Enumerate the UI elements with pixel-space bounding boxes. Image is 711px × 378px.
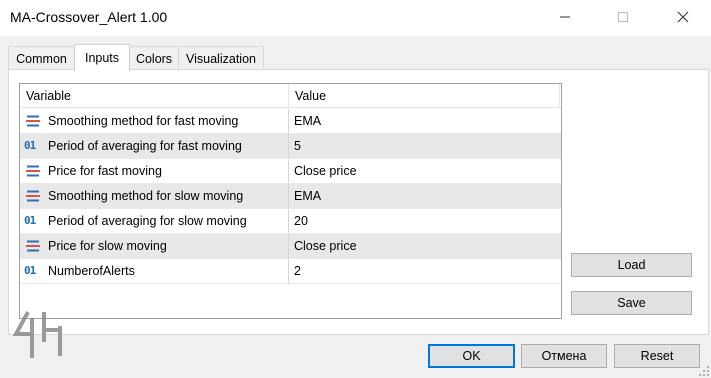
table-row[interactable]: Smoothing method for slow moving EMA [20,184,561,209]
variable-cell: Price for slow moving [48,239,167,253]
header-divider[interactable] [559,84,560,108]
reset-button[interactable]: Reset [614,344,700,368]
value-cell[interactable]: 20 [294,209,308,233]
cancel-button[interactable]: Отмена [521,344,607,368]
minimize-icon[interactable] [542,0,588,34]
title-bar: MA-Crossover_Alert 1.00 [0,0,711,36]
column-divider [288,209,289,233]
table-row[interactable]: Price for fast moving Close price [20,159,561,184]
column-divider [288,134,289,158]
int-icon: 01 [24,264,36,277]
window-title: MA-Crossover_Alert 1.00 [10,9,168,25]
variable-cell: NumberofAlerts [48,264,135,278]
tab-common[interactable]: Common [8,46,75,70]
column-divider [288,184,289,208]
variable-cell: Smoothing method for fast moving [48,114,239,128]
maximize-icon[interactable] [600,0,646,34]
save-button[interactable]: Save [571,291,692,315]
column-divider [288,109,289,133]
table-row[interactable]: Price for slow moving Close price [20,234,561,259]
variable-cell: Period of averaging for slow moving [48,214,247,228]
tab-visualization[interactable]: Visualization [178,46,264,70]
value-cell[interactable]: 5 [294,134,301,158]
header-value[interactable]: Value [289,84,559,108]
watermark-logo [12,311,62,358]
variable-cell: Period of averaging for fast moving [48,139,242,153]
ok-button[interactable]: OK [428,344,515,368]
load-button[interactable]: Load [571,253,692,277]
table-row[interactable]: 01 Period of averaging for slow moving 2… [20,209,561,234]
enum-icon [26,115,40,127]
value-cell[interactable]: Close price [294,159,357,183]
header-variable[interactable]: Variable [20,84,288,108]
table-row[interactable]: 01 NumberofAlerts 2 [20,259,561,284]
column-divider [288,159,289,183]
resize-grip-icon[interactable] [699,366,709,376]
variable-cell: Smoothing method for slow moving [48,189,244,203]
inputs-grid: Variable Value Smoothing method for fast… [19,83,562,319]
table-row[interactable]: Smoothing method for fast moving EMA [20,109,561,134]
value-cell[interactable]: EMA [294,184,321,208]
grid-header: Variable Value [20,84,561,108]
tab-inputs[interactable]: Inputs [74,44,130,71]
enum-icon [26,190,40,202]
int-icon: 01 [24,139,36,152]
int-icon: 01 [24,214,36,227]
close-icon[interactable] [660,0,706,34]
value-cell[interactable]: 2 [294,259,301,283]
variable-cell: Price for fast moving [48,164,162,178]
column-divider [288,234,289,258]
enum-icon [26,165,40,177]
tab-colors[interactable]: Colors [129,46,179,70]
enum-icon [26,240,40,252]
table-row[interactable]: 01 Period of averaging for fast moving 5 [20,134,561,159]
value-cell[interactable]: Close price [294,234,357,258]
value-cell[interactable]: EMA [294,109,321,133]
column-divider [288,259,289,283]
